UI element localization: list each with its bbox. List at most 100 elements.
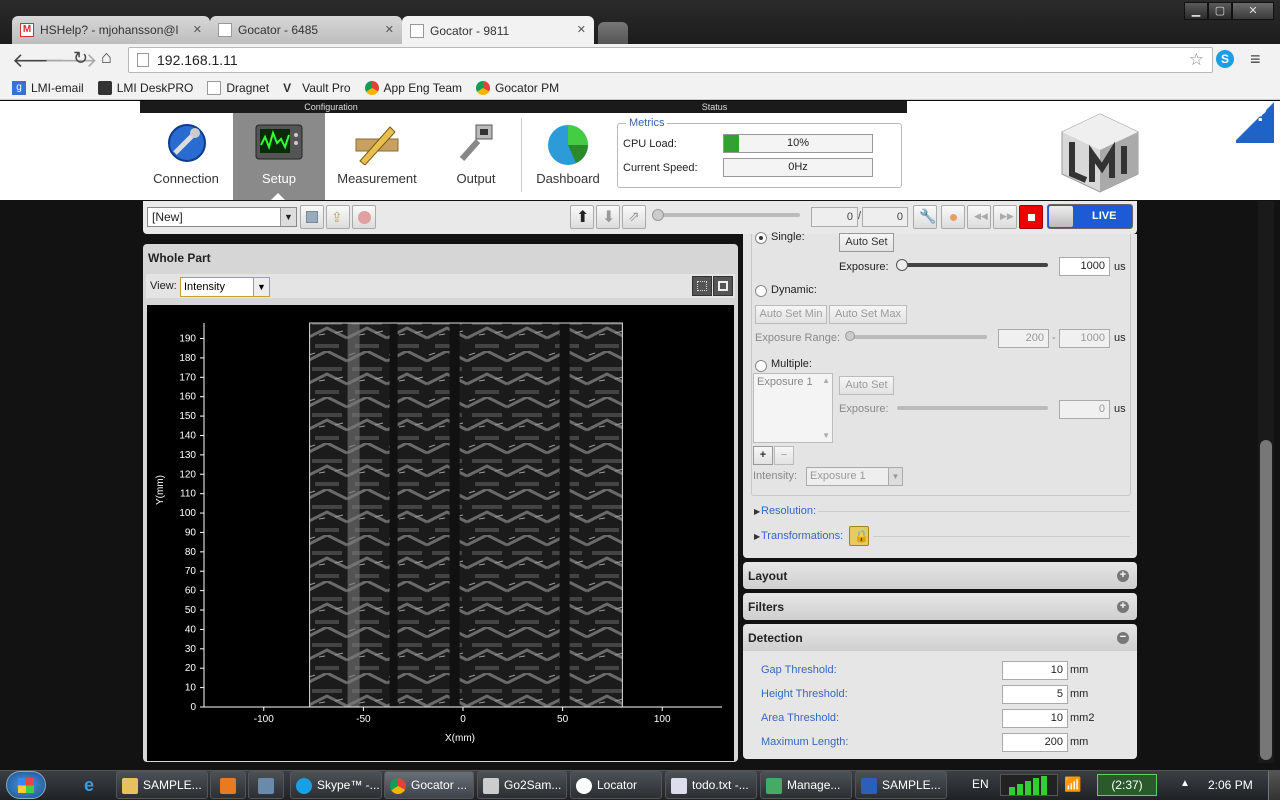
area-threshold-field[interactable]: 10 <box>1002 709 1068 728</box>
download-button[interactable]: ⬇ <box>596 205 620 229</box>
expand-plus-icon[interactable]: + <box>1117 601 1129 613</box>
nav-output[interactable]: Output <box>430 113 522 200</box>
taskbar-item-media[interactable] <box>210 771 246 799</box>
clock[interactable]: 2:06 PM <box>1208 778 1253 792</box>
list-item[interactable]: Exposure 1 <box>757 376 813 388</box>
upload-job-button[interactable]: ⇪ <box>326 205 350 229</box>
multi-auto-set-button[interactable]: Auto Set <box>839 376 894 395</box>
bookmark-app-eng-team[interactable]: App Eng Team <box>364 80 462 95</box>
bookmark-lmi-deskpro[interactable]: LMI DeskPRO <box>97 80 193 95</box>
exposure-multiple-radio[interactable] <box>755 360 767 372</box>
scrollbar-thumb[interactable] <box>1260 440 1272 760</box>
maximize-button[interactable]: ▢ <box>1208 2 1232 20</box>
maximum-length-field[interactable]: 200 <box>1002 733 1068 752</box>
bookmark-vault-pro[interactable]: V Vault Pro <box>283 81 350 95</box>
stop-button[interactable] <box>1019 205 1043 229</box>
tray-expand-icon[interactable]: ▲ <box>1180 778 1190 789</box>
transformations-link[interactable]: Transformations: <box>761 530 843 542</box>
star-icon[interactable]: ☆ <box>1189 48 1204 72</box>
close-icon[interactable]: ✕ <box>385 23 394 36</box>
range-max-field[interactable]: 1000 <box>1059 329 1110 348</box>
taskbar-item-gocator[interactable]: Gocator ... <box>384 771 474 799</box>
ie-icon[interactable]: e <box>84 775 104 795</box>
menu-icon[interactable]: ≡ <box>1250 49 1261 70</box>
close-icon[interactable]: ✕ <box>577 23 586 36</box>
language-indicator[interactable]: EN <box>972 777 989 791</box>
add-exposure-button[interactable]: + <box>753 446 773 465</box>
nav-measurement[interactable]: Measurement <box>330 113 424 200</box>
tab-gocator-9811[interactable]: Gocator - 9811 ✕ <box>402 16 594 45</box>
scroll-up-icon[interactable]: ▲ <box>822 376 830 385</box>
view-select[interactable]: Intensity ▼ <box>180 277 270 297</box>
taskbar-item-go2sam[interactable]: Go2Sam... <box>477 771 567 799</box>
exposure-slider[interactable] <box>899 263 1048 267</box>
delete-job-button[interactable] <box>352 205 376 229</box>
job-select[interactable]: [New] ▼ <box>147 207 297 227</box>
home-icon[interactable]: ⌂ <box>101 47 112 68</box>
nav-connection[interactable]: Connection <box>140 113 232 200</box>
wireless-icon[interactable]: 📶 <box>1064 776 1081 793</box>
start-button[interactable] <box>6 771 46 799</box>
battery-indicator[interactable]: (2:37) <box>1097 774 1157 796</box>
taskbar-item-locator[interactable]: Locator <box>570 771 662 799</box>
export-button[interactable]: ⇗ <box>622 205 646 229</box>
bookmark-dragnet[interactable]: Dragnet <box>207 80 269 95</box>
multi-exposure-field[interactable]: 0 <box>1059 400 1110 419</box>
collapse-minus-icon[interactable]: − <box>1117 632 1129 644</box>
exposure-slider-handle[interactable] <box>896 259 908 271</box>
auto-set-button[interactable]: Auto Set <box>839 233 894 252</box>
window-close-button[interactable]: ✕ <box>1232 2 1274 20</box>
live-toggle[interactable]: LIVE <box>1047 204 1133 229</box>
auto-set-max-button[interactable]: Auto Set Max <box>829 305 907 324</box>
minimize-button[interactable]: ▁ <box>1184 2 1208 20</box>
expand-arrow-icon[interactable]: ▶ <box>754 532 760 541</box>
frame-current-field[interactable]: 0 <box>811 207 858 227</box>
taskbar-item-app[interactable] <box>248 771 284 799</box>
taskbar-item-skype[interactable]: Skype™ -... <box>290 771 382 799</box>
nav-dashboard[interactable]: Dashboard <box>522 113 614 200</box>
range-min-field[interactable]: 200 <box>998 329 1049 348</box>
taskbar-item-sample[interactable]: SAMPLE... <box>116 771 208 799</box>
gap-threshold-field[interactable]: 10 <box>1002 661 1068 680</box>
plot-svg[interactable]: 0 10 20 30 40 50 60 70 80 90 100 110 120 130 140 150 160… <box>147 305 734 761</box>
auto-set-min-button[interactable]: Auto Set Min <box>755 305 827 324</box>
exposure-field[interactable]: 1000 <box>1059 257 1110 276</box>
record-button[interactable] <box>941 205 965 229</box>
replay-slider[interactable] <box>655 213 800 217</box>
show-desktop-button[interactable] <box>1268 771 1280 800</box>
forward-icon[interactable]: 🡒 <box>44 48 98 73</box>
remove-exposure-button[interactable]: − <box>774 446 794 465</box>
range-slider-handle[interactable] <box>845 331 855 341</box>
fullscreen-button[interactable] <box>713 276 733 296</box>
tab-gocator-6485[interactable]: Gocator - 6485 ✕ <box>210 16 402 44</box>
multi-exposure-slider[interactable] <box>897 406 1048 410</box>
nav-setup[interactable]: Setup <box>233 113 325 200</box>
expand-arrow-icon[interactable]: ▶ <box>754 507 760 516</box>
intensity-select[interactable]: Exposure 1 ▼ <box>806 467 903 486</box>
upload-button[interactable]: ⬆ <box>570 205 594 229</box>
replay-tools-button[interactable]: 🔧 <box>913 205 937 229</box>
help-button[interactable]: ? <box>1236 101 1274 143</box>
tab-hshelp[interactable]: M HSHelp? - mjohansson@l ✕ <box>12 16 210 44</box>
scroll-down-icon[interactable]: ▼ <box>822 431 830 440</box>
filters-section-header[interactable]: Filters + <box>743 593 1137 620</box>
exposure-list[interactable]: Exposure 1 ▲ ▼ <box>753 373 833 443</box>
save-button[interactable] <box>300 205 324 229</box>
exposure-single-radio[interactable] <box>755 232 767 244</box>
replay-slider-handle[interactable] <box>652 209 664 221</box>
exposure-range-slider[interactable] <box>848 335 987 339</box>
intensity-plot[interactable]: 0 10 20 30 40 50 60 70 80 90 100 110 120 130 140 150 160… <box>147 305 734 761</box>
layout-section-header[interactable]: Layout + <box>743 562 1137 589</box>
bookmark-gocator-pm[interactable]: Gocator PM <box>476 80 559 95</box>
reload-icon[interactable]: ↻ <box>73 48 88 69</box>
height-threshold-field[interactable]: 5 <box>1002 685 1068 704</box>
new-tab-button[interactable] <box>598 22 628 44</box>
step-back-button[interactable]: ◀◀ <box>967 205 991 229</box>
frame-total-field[interactable]: 0 <box>862 207 908 227</box>
address-bar[interactable]: 192.168.1.11 ☆ <box>128 47 1213 73</box>
taskbar-item-word[interactable]: SAMPLE... <box>855 771 947 799</box>
expand-plus-icon[interactable]: + <box>1117 570 1129 582</box>
detection-section-header[interactable]: Detection − <box>743 624 1137 651</box>
taskbar-item-todo[interactable]: todo.txt -... <box>665 771 757 799</box>
skype-icon[interactable]: S <box>1216 50 1234 68</box>
